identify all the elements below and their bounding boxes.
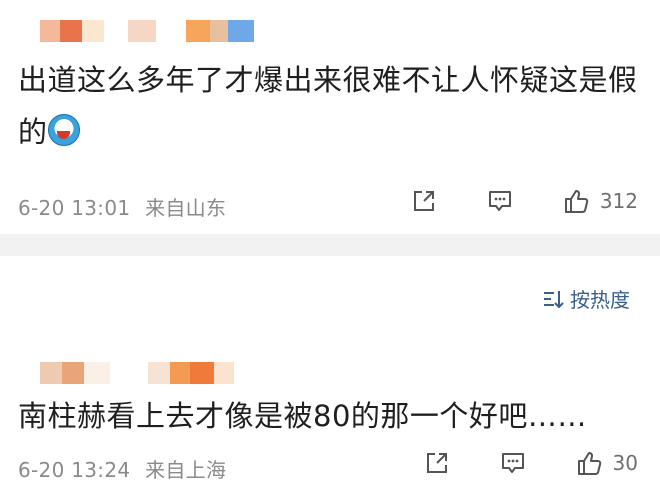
location: 来自山东	[145, 196, 227, 220]
comment-item: 南柱赫看上去才像是被80的那一个好吧…… 6-20 13:24 来自上海 30	[0, 256, 660, 490]
doraemon-emoji-icon	[47, 114, 80, 146]
share-icon[interactable]	[423, 449, 451, 477]
comment-meta: 6-20 13:24 来自上海	[18, 454, 226, 483]
comment-actions: 312	[410, 187, 638, 215]
like-count: 312	[599, 189, 638, 213]
comment-icon[interactable]	[486, 187, 514, 215]
comment-item: 出道这么多年了才爆出来很难不让人怀疑这是假的 6-20 13:01 来自山东 3…	[0, 0, 660, 234]
comment-icon[interactable]	[499, 449, 527, 477]
username-blurred[interactable]	[40, 20, 254, 42]
comment-meta: 6-20 13:01 来自山东	[18, 192, 226, 221]
comment-actions: 30	[423, 449, 638, 477]
like-count: 30	[612, 451, 638, 475]
timestamp: 6-20 13:24	[18, 458, 131, 482]
location: 来自上海	[145, 458, 227, 482]
thumbs-up-icon[interactable]	[575, 449, 603, 477]
thumbs-up-icon[interactable]	[562, 187, 590, 215]
comment-text: 出道这么多年了才爆出来很难不让人怀疑这是假的	[18, 63, 638, 149]
comment-divider	[0, 234, 660, 256]
timestamp: 6-20 13:01	[18, 196, 131, 220]
comment-text: 南柱赫看上去才像是被80的那一个好吧……	[18, 399, 587, 433]
share-icon[interactable]	[410, 187, 438, 215]
username-blurred[interactable]	[40, 362, 234, 384]
